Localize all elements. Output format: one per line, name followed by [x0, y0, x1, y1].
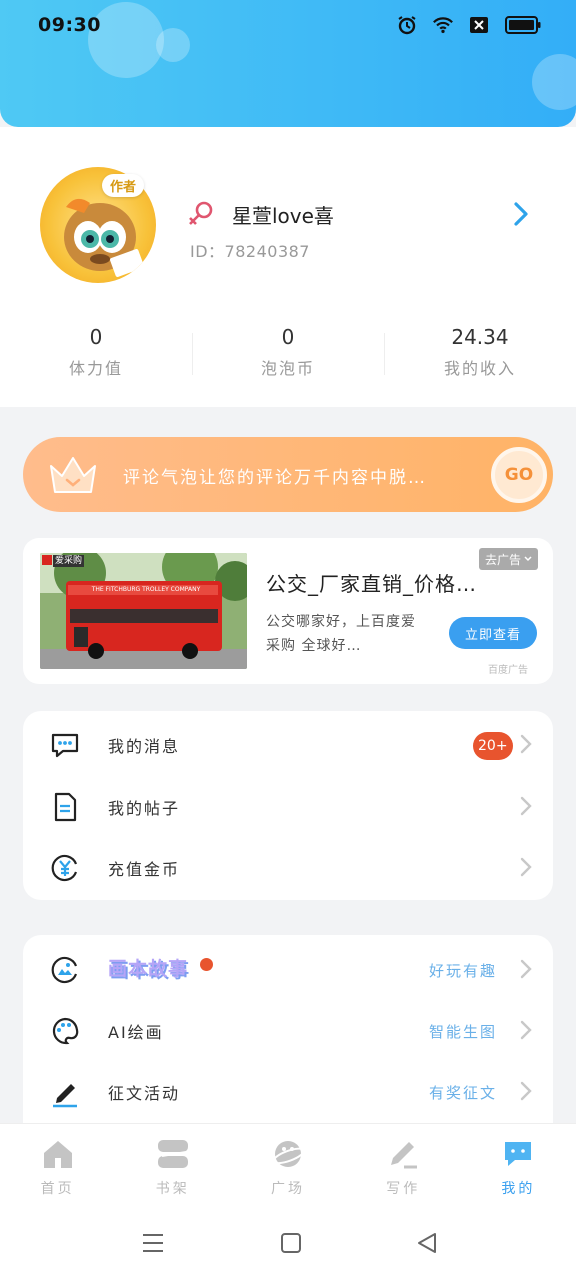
- status-time: 09:30: [38, 14, 101, 36]
- ad-card[interactable]: 爱采购 THE FITCHBURG TROLLEY COMPANY 公交_厂家直…: [23, 538, 553, 684]
- new-dot: [200, 958, 213, 971]
- menu-extra: 好玩有趣: [428, 962, 497, 980]
- battery-icon: [504, 14, 542, 36]
- stat-label: 我的收入: [443, 359, 516, 378]
- picture-book-label: 画本故事: [108, 958, 189, 980]
- write-icon: [391, 1142, 418, 1169]
- document-icon: [49, 791, 81, 823]
- profile-card: 作者 星萱love喜 ID：78240387 0 体力值 0 泡泡币 24.34…: [0, 127, 576, 407]
- ad-image-brand: 爱采购: [53, 555, 85, 567]
- nav-item-plaza[interactable]: 广场: [230, 1124, 345, 1205]
- bookshelf-icon: [157, 1140, 188, 1168]
- nav-item-write[interactable]: 写作: [346, 1124, 461, 1205]
- comment-bubble-promo[interactable]: 评论气泡让您的评论万千内容中脱… GO: [23, 437, 553, 512]
- picture-book-icon: [49, 954, 81, 986]
- ad-title: 公交_厂家直销_价格…: [266, 572, 477, 596]
- system-nav-bar: [0, 1205, 576, 1280]
- nickname: 星萱love喜: [232, 204, 334, 228]
- stat-value: 0: [281, 325, 295, 349]
- planet-icon: [272, 1141, 305, 1167]
- menu-item-picture-book[interactable]: 画本故事 好玩有趣: [23, 938, 553, 998]
- menu-icon[interactable]: [141, 1231, 165, 1255]
- stat-income[interactable]: 24.34 我的收入: [384, 325, 576, 385]
- nav-item-home[interactable]: 首页: [0, 1124, 115, 1205]
- ad-description: 公交哪家好，上百度爱采购 全球好…: [266, 614, 416, 654]
- menu-item-recharge[interactable]: 充值金币: [23, 836, 553, 896]
- chevron-right-icon: [519, 733, 533, 755]
- nav-label: 广场: [271, 1181, 305, 1197]
- bottom-nav: 首页 书架 广场 写作 我的: [0, 1123, 576, 1205]
- stat-stamina[interactable]: 0 体力值: [0, 325, 192, 385]
- remove-ad-label: 去广告: [485, 552, 522, 567]
- back-triangle-icon[interactable]: [415, 1231, 439, 1255]
- yuan-coin-icon: [49, 852, 81, 884]
- nav-label: 首页: [40, 1181, 75, 1197]
- sim-icon: [468, 14, 490, 36]
- palette-icon: [49, 1015, 81, 1047]
- menu-item-essay-contest[interactable]: 征文活动 有奖征文: [23, 1060, 553, 1120]
- nav-label: 写作: [386, 1181, 421, 1197]
- crown-icon: [47, 452, 99, 496]
- menu-extra: 有奖征文: [428, 1084, 497, 1102]
- female-gender-icon: [186, 199, 216, 229]
- nav-item-me[interactable]: 我的: [461, 1124, 576, 1205]
- view-now-button[interactable]: 立即查看: [449, 617, 537, 649]
- menu-item-ai-painting[interactable]: AI绘画 智能生图: [23, 999, 553, 1059]
- message-icon: [49, 729, 81, 761]
- alarm-icon: [396, 14, 418, 36]
- menu-label: AI绘画: [108, 1023, 164, 1042]
- pen-icon: [49, 1076, 81, 1108]
- stat-value: 0: [89, 325, 103, 349]
- me-icon: [505, 1142, 532, 1166]
- go-button[interactable]: GO: [491, 447, 547, 503]
- menu-label: 征文活动: [108, 1084, 181, 1103]
- menu-item-posts[interactable]: 我的帖子: [23, 775, 553, 835]
- stat-bubble-coins[interactable]: 0 泡泡币: [192, 325, 384, 385]
- chevron-right-icon: [519, 856, 533, 878]
- chevron-right-icon: [519, 1080, 533, 1102]
- user-id: ID：78240387: [190, 242, 310, 261]
- stats-row: 0 体力值 0 泡泡币 24.34 我的收入: [0, 325, 576, 385]
- menu-label: 充值金币: [108, 860, 181, 879]
- chevron-right-icon: [519, 795, 533, 817]
- menu-card-secondary: 画本故事 好玩有趣 AI绘画 智能生图 征文活动 有奖征文: [23, 935, 553, 1123]
- menu-label: 我的帖子: [108, 799, 181, 818]
- chevron-right-icon[interactable]: [510, 201, 532, 227]
- stat-label: 泡泡币: [260, 359, 315, 378]
- wifi-icon: [432, 14, 454, 36]
- stat-value: 24.34: [451, 325, 509, 349]
- chevron-right-icon: [519, 1019, 533, 1041]
- chevron-down-icon: [524, 556, 532, 562]
- menu-extra: 智能生图: [428, 1023, 497, 1041]
- nav-label: 我的: [501, 1181, 536, 1197]
- home-square-icon[interactable]: [279, 1231, 303, 1255]
- ad-image-bus[interactable]: 爱采购 THE FITCHBURG TROLLEY COMPANY: [40, 553, 247, 669]
- author-tag: 作者: [102, 174, 145, 197]
- menu-card-primary: 我的消息 20+ 我的帖子 充值金币: [23, 711, 553, 900]
- remove-ad-button[interactable]: 去广告: [479, 548, 539, 570]
- nav-item-bookshelf[interactable]: 书架: [115, 1124, 230, 1205]
- ad-image-banner: THE FITCHBURG TROLLEY COMPANY: [91, 586, 201, 593]
- stat-label: 体力值: [68, 359, 123, 378]
- menu-item-messages[interactable]: 我的消息 20+: [23, 713, 553, 773]
- home-icon: [43, 1141, 72, 1168]
- unread-badge: 20+: [473, 732, 513, 760]
- decor-bubble: [532, 54, 576, 110]
- promo-text: 评论气泡让您的评论万千内容中脱…: [123, 468, 427, 488]
- nav-label: 书架: [155, 1181, 190, 1197]
- status-bar: 09:30: [0, 0, 576, 50]
- ad-source: 百度广告: [488, 665, 528, 676]
- chevron-right-icon: [519, 958, 533, 980]
- menu-label: 我的消息: [108, 737, 181, 756]
